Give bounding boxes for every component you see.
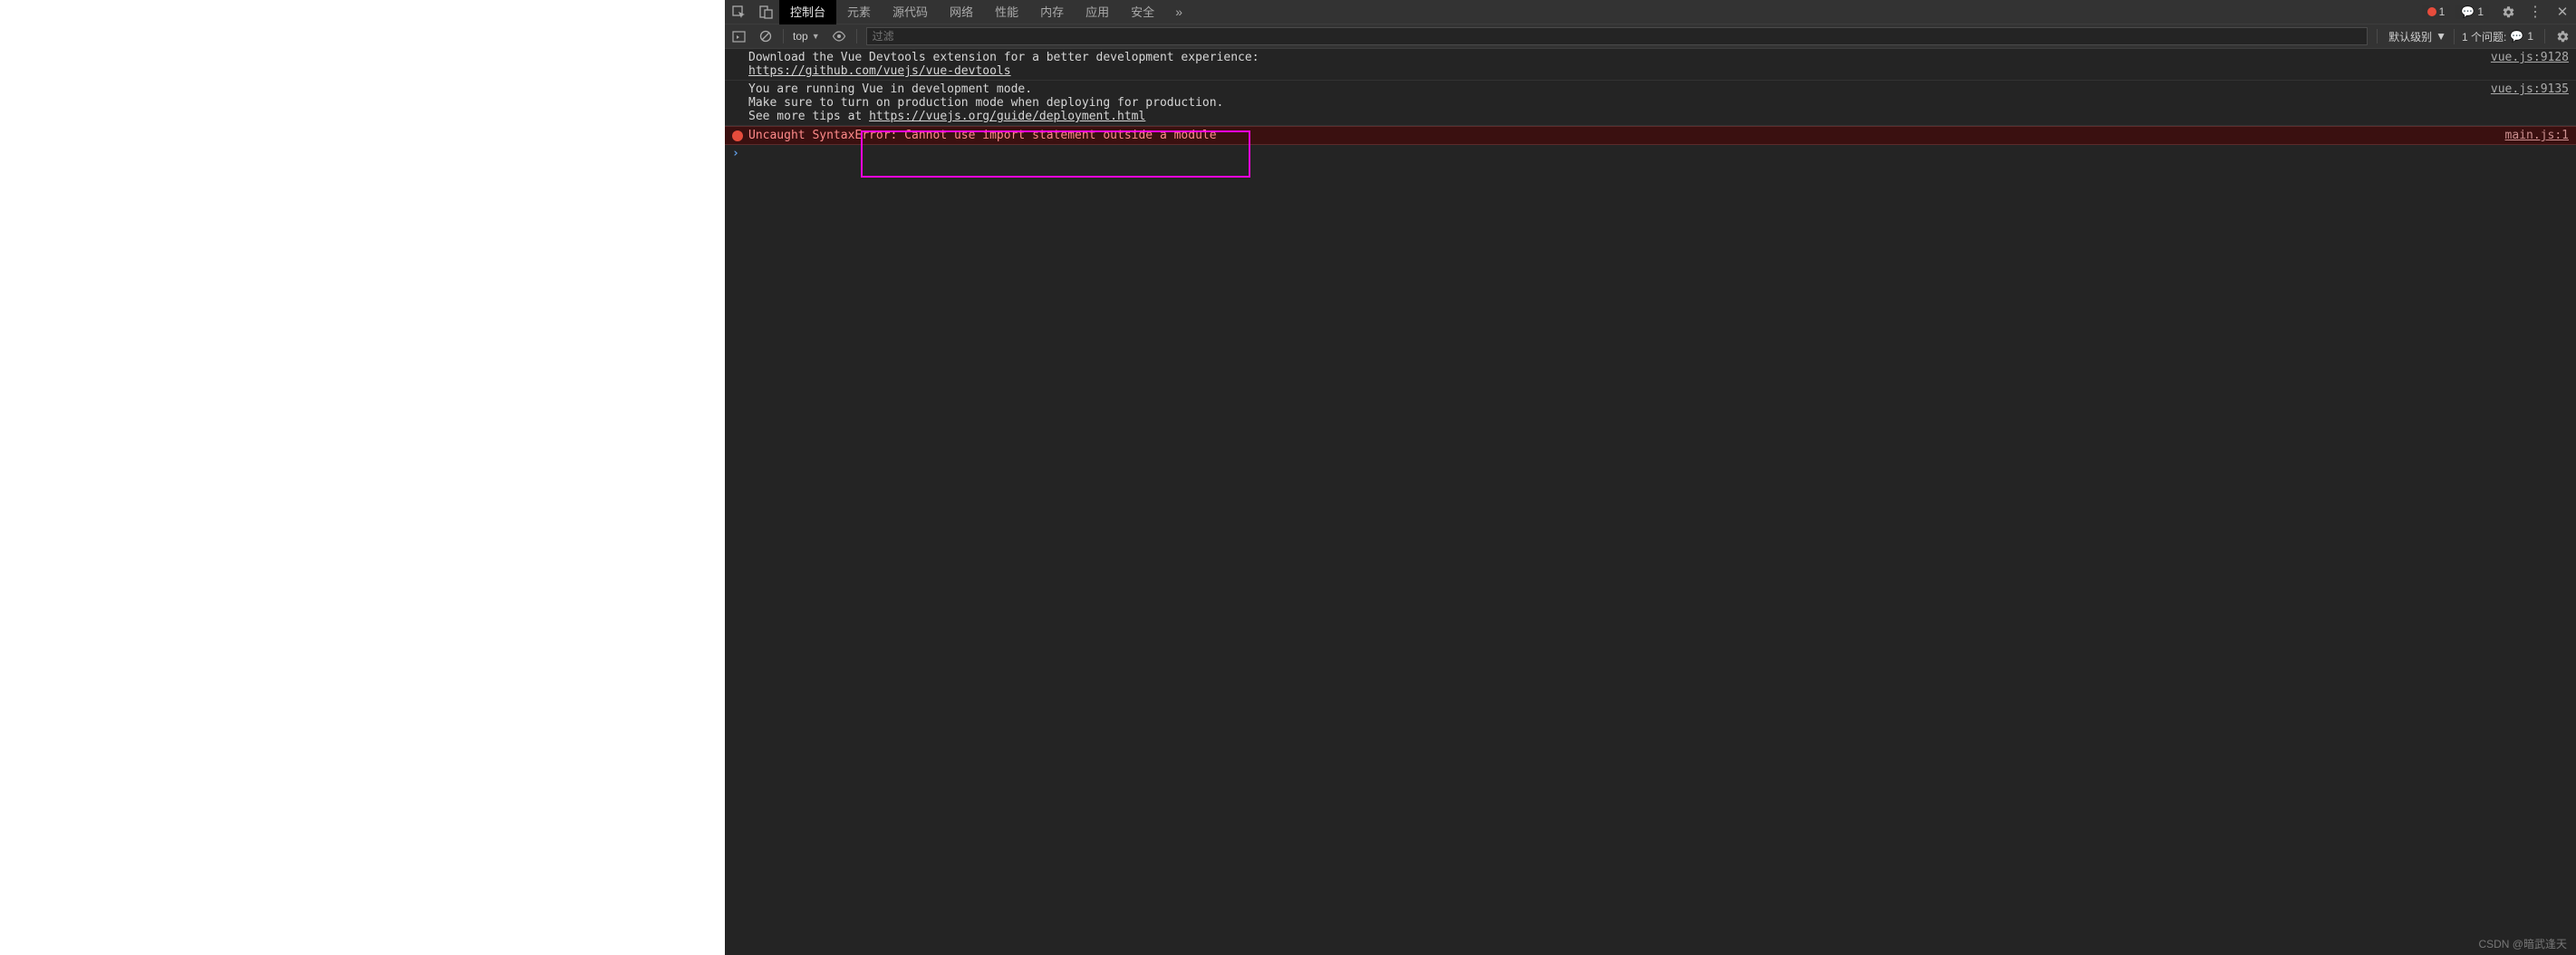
tab-console[interactable]: 控制台 [779, 0, 836, 24]
log-link[interactable]: https://github.com/vuejs/vue-devtools [748, 64, 1011, 78]
more-tabs-icon[interactable]: » [1165, 5, 1192, 19]
close-devtools-icon[interactable]: ✕ [2549, 4, 2576, 20]
inspect-element-icon[interactable] [725, 5, 752, 19]
issues-button[interactable]: 1 个问题: 💬 1 [2454, 29, 2541, 44]
console-settings-gear-icon[interactable] [2549, 30, 2576, 43]
chevron-down-icon: ▼ [812, 32, 820, 41]
console-filterbar: top ▼ 默认级别 ▼ 1 个问题: 💬 1 [725, 24, 2576, 49]
log-text: Download the Vue Devtools extension for … [748, 51, 1259, 64]
devtools-tabbar: 控制台 元素 源代码 网络 性能 内存 应用 安全 » 1 💬 1 ⋮ ✕ [725, 0, 2576, 24]
message-count-badge[interactable]: 💬 1 [2455, 5, 2489, 19]
console-sidebar-toggle-icon[interactable] [725, 30, 752, 43]
issues-label: 1 个问题: [2462, 29, 2506, 44]
kebab-menu-icon[interactable]: ⋮ [2522, 3, 2549, 21]
live-expression-eye-icon[interactable] [825, 29, 853, 43]
chevron-down-icon: ▼ [2436, 30, 2446, 43]
console-row-error: Uncaught SyntaxError: Cannot use import … [725, 126, 2576, 145]
tab-network[interactable]: 网络 [939, 0, 984, 24]
log-link[interactable]: https://vuejs.org/guide/deployment.html [869, 110, 1145, 123]
log-text: You are running Vue in development mode. [748, 82, 1032, 96]
filter-input[interactable] [866, 27, 2369, 45]
error-count: 1 [2439, 5, 2446, 18]
tab-security[interactable]: 安全 [1120, 0, 1165, 24]
console-row-info: You are running Vue in development mode.… [725, 81, 2576, 126]
tab-elements[interactable]: 元素 [836, 0, 882, 24]
issues-count: 1 [2527, 30, 2533, 43]
log-level-label: 默认级别 [2388, 29, 2432, 44]
settings-gear-icon[interactable] [2494, 5, 2522, 19]
message-icon: 💬 [2461, 5, 2475, 18]
message-count: 1 [2477, 5, 2484, 18]
console-log-area[interactable]: Download the Vue Devtools extension for … [725, 49, 2576, 955]
error-dot-icon [2427, 7, 2436, 16]
context-label: top [793, 30, 808, 43]
left-blank-pane [0, 0, 725, 955]
console-prompt[interactable]: › [725, 145, 2576, 162]
clear-console-icon[interactable] [752, 30, 779, 43]
log-text: See more tips at [748, 110, 869, 123]
tab-sources[interactable]: 源代码 [882, 0, 939, 24]
tab-performance[interactable]: 性能 [984, 0, 1029, 24]
log-level-selector[interactable]: 默认级别 ▼ [2381, 29, 2454, 44]
console-row-info: Download the Vue Devtools extension for … [725, 49, 2576, 81]
source-link[interactable]: main.js:1 [2487, 129, 2569, 142]
source-link[interactable]: vue.js:9135 [2473, 82, 2569, 123]
log-text: Make sure to turn on production mode whe… [748, 96, 1223, 110]
tab-application[interactable]: 应用 [1075, 0, 1120, 24]
devtools-panel: 控制台 元素 源代码 网络 性能 内存 应用 安全 » 1 💬 1 ⋮ ✕ [725, 0, 2576, 955]
watermark-text: CSDN @暗武逢天 [2478, 936, 2567, 951]
error-count-badge[interactable]: 1 [2422, 5, 2451, 19]
context-selector[interactable]: top ▼ [787, 30, 825, 43]
tab-memory[interactable]: 内存 [1029, 0, 1075, 24]
error-text: Uncaught SyntaxError: Cannot use import … [748, 129, 2487, 142]
device-toggle-icon[interactable] [752, 5, 779, 19]
message-icon: 💬 [2510, 30, 2523, 43]
source-link[interactable]: vue.js:9128 [2473, 51, 2569, 78]
